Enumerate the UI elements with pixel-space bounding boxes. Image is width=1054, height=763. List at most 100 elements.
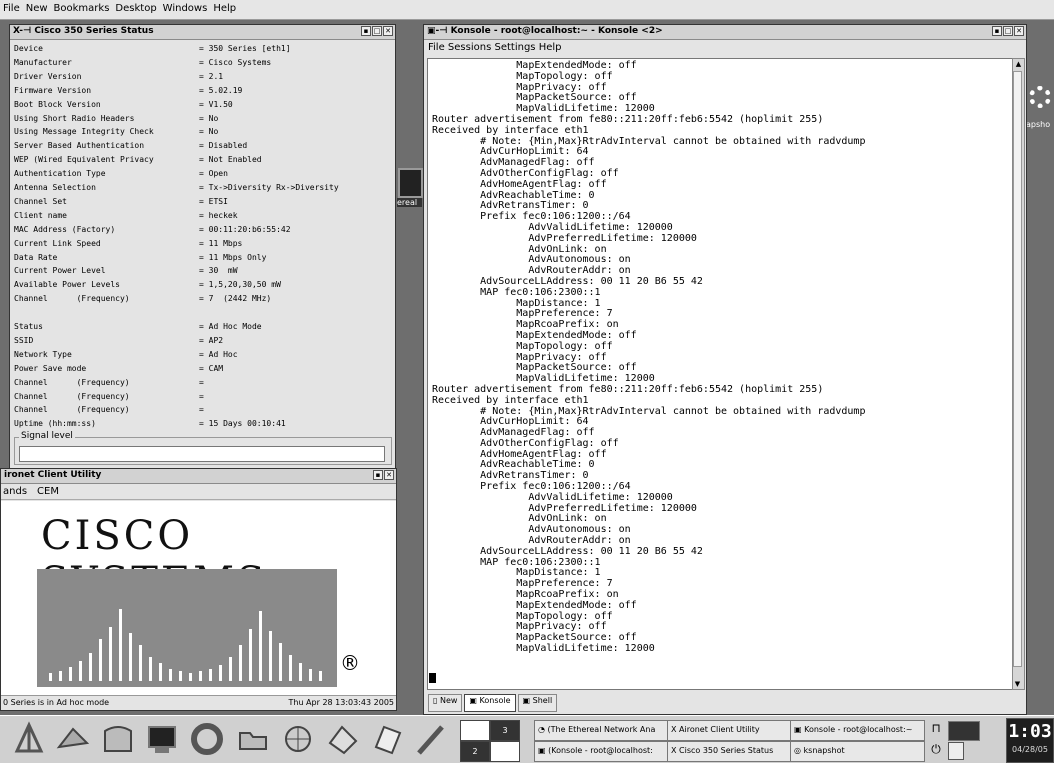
office-icon[interactable] bbox=[326, 721, 360, 757]
status-label: Antenna Selection bbox=[14, 183, 96, 192]
ksnapshot-desktop-icon[interactable]: apsho bbox=[1026, 86, 1054, 136]
close-button[interactable]: ✕ bbox=[1014, 26, 1024, 36]
status-label: Available Power Levels bbox=[14, 280, 120, 290]
desktop-menubar: File New Bookmarks Desktop Windows Help bbox=[0, 0, 1054, 20]
terminal-icon[interactable] bbox=[145, 721, 179, 757]
status-value: = AP2 bbox=[199, 335, 224, 345]
new-session-button[interactable]: ▯ New bbox=[428, 694, 463, 712]
status-value: = Tx->Diversity Rx->Diversity bbox=[199, 183, 339, 192]
logout-icon[interactable]: ⏻ bbox=[929, 742, 943, 758]
status-value: = Ad Hoc bbox=[199, 349, 238, 359]
task-konsole[interactable]: ▣ Konsole - root@localhost:~ bbox=[790, 720, 925, 741]
tab-konsole[interactable]: ▣ Konsole bbox=[464, 694, 516, 712]
clock-time: 1:03 bbox=[1008, 721, 1052, 742]
task-cisco-status[interactable]: X Cisco 350 Series Status bbox=[667, 741, 792, 762]
status-label: Channel (Frequency) bbox=[14, 405, 130, 415]
task-aironet[interactable]: X Aironet Client Utility bbox=[667, 720, 792, 741]
cisco-logo-bar bbox=[269, 631, 272, 681]
konsole-window: ▣-⊣ Konsole - root@localhost:~ - Konsole… bbox=[423, 24, 1027, 715]
cisco-logo-bar bbox=[99, 639, 102, 681]
cisco-logo-bar bbox=[189, 673, 192, 681]
shell-icon[interactable] bbox=[101, 721, 135, 757]
minimize-button[interactable]: ▪ bbox=[361, 26, 371, 36]
konsole-menu-sessions[interactable]: Sessions bbox=[448, 42, 491, 53]
aironet-title: ironet Client Utility bbox=[4, 470, 102, 480]
clock-date: 04/28/05 bbox=[1012, 745, 1048, 754]
konsole-menu-settings[interactable]: Settings bbox=[494, 42, 535, 53]
konsole-titlebar[interactable]: ▣-⊣ Konsole - root@localhost:~ - Konsole… bbox=[424, 25, 1026, 40]
maximize-button[interactable]: □ bbox=[1003, 26, 1013, 36]
konsole-title: Konsole - root@localhost:~ - Konsole <2> bbox=[450, 26, 663, 36]
status-window-titlebar[interactable]: X-⊣ Cisco 350 Series Status ▪ □ ✕ bbox=[10, 25, 395, 40]
notes-icon[interactable] bbox=[370, 721, 404, 757]
aironet-menu-cem[interactable]: CEM bbox=[33, 486, 63, 497]
konsole-menu-help[interactable]: Help bbox=[539, 42, 562, 53]
ethereal-desktop-icon[interactable]: ereal bbox=[397, 168, 423, 214]
desktop-icon[interactable] bbox=[56, 721, 90, 757]
cisco-logo-bar bbox=[299, 663, 302, 681]
maximize-button[interactable]: □ bbox=[372, 26, 382, 36]
help-lifebuoy-icon[interactable] bbox=[190, 721, 224, 757]
task-ksnapshot[interactable]: ◎ ksnapshot bbox=[790, 741, 925, 762]
task-cisco-label: Cisco 350 Series Status bbox=[679, 746, 774, 755]
konsole-tabbar: ▯ New ▣ Konsole ▣ Shell bbox=[428, 694, 558, 712]
status-value: = ETSI bbox=[199, 196, 228, 206]
status-label: Channel (Frequency) bbox=[14, 391, 130, 401]
clipboard-tray-icon[interactable] bbox=[948, 742, 964, 760]
close-button[interactable]: ✕ bbox=[384, 470, 394, 480]
cisco-logo-bar bbox=[59, 671, 62, 681]
menu-file[interactable]: File bbox=[0, 0, 23, 14]
terminal-area[interactable]: MapExtendedMode: off MapTopology: off Ma… bbox=[427, 58, 1013, 690]
close-button[interactable]: ✕ bbox=[383, 26, 393, 36]
menu-windows[interactable]: Windows bbox=[160, 0, 211, 14]
home-folder-icon[interactable] bbox=[236, 721, 270, 757]
task-aironet-icon: X bbox=[671, 725, 680, 734]
aironet-status-time: Thu Apr 28 13:03:43 2005 bbox=[288, 698, 394, 707]
clock[interactable]: 1:03 04/28/05 bbox=[1006, 718, 1054, 763]
kde-menu-icon[interactable] bbox=[12, 721, 46, 757]
minimize-button[interactable]: ▪ bbox=[992, 26, 1002, 36]
status-label: Network Type bbox=[14, 349, 72, 359]
status-value: = heckek bbox=[199, 210, 238, 220]
cisco-logo-bar bbox=[259, 611, 262, 681]
menu-help[interactable]: Help bbox=[210, 0, 239, 14]
scroll-down-arrow[interactable]: ▼ bbox=[1013, 679, 1022, 689]
task-ethereal-icon: ◔ bbox=[538, 725, 548, 734]
kde-taskbar: 1 3 2 4 ◔ (The Ethereal Network Ana X Ai… bbox=[0, 715, 1054, 763]
tab-shell[interactable]: ▣ Shell bbox=[517, 694, 558, 712]
status-label: Using Short Radio Headers bbox=[14, 113, 135, 123]
konsole-menu-file[interactable]: File bbox=[428, 42, 445, 53]
konsole-tab-icon: ▣ bbox=[469, 696, 477, 705]
pager-desktop-1[interactable]: 1 bbox=[460, 720, 490, 741]
status-label: Channel (Frequency) bbox=[14, 377, 130, 387]
minimize-button[interactable]: ▪ bbox=[373, 470, 383, 480]
pen-tool-icon[interactable] bbox=[414, 721, 448, 757]
pager-desktop-4[interactable]: 4 bbox=[490, 741, 520, 762]
browser-globe-icon[interactable] bbox=[281, 721, 315, 757]
cisco-logo-bar bbox=[249, 629, 252, 681]
konsole-menubar: File Sessions Settings Help bbox=[424, 40, 1026, 56]
aironet-menu-commands[interactable]: ands bbox=[1, 486, 33, 497]
task-ethereal[interactable]: ◔ (The Ethereal Network Ana bbox=[534, 720, 669, 741]
pager-desktop-3[interactable]: 3 bbox=[490, 720, 520, 741]
menu-bookmarks[interactable]: Bookmarks bbox=[51, 0, 113, 14]
status-label: Device bbox=[14, 44, 43, 53]
menu-desktop[interactable]: Desktop bbox=[112, 0, 159, 14]
scroll-thumb[interactable] bbox=[1013, 71, 1022, 667]
x-app-icon: X-⊣ bbox=[13, 26, 35, 36]
status-label: WEP (Wired Equivalent Privacy bbox=[14, 155, 154, 165]
cisco-logo-bar bbox=[129, 633, 132, 681]
network-tray-icon[interactable] bbox=[948, 721, 980, 741]
aironet-titlebar[interactable]: ironet Client Utility ▪ ✕ bbox=[1, 469, 396, 484]
aironet-window: ironet Client Utility ▪✕ andsCEM CISCO S… bbox=[0, 468, 397, 711]
menu-new[interactable]: New bbox=[23, 0, 51, 14]
task-konsole-2[interactable]: ▣ (Konsole - root@localhost: bbox=[534, 741, 669, 762]
status-value: = 7 (2442 MHz) bbox=[199, 294, 272, 304]
ksnapshot-icon-label: apsho bbox=[1026, 120, 1051, 129]
scroll-up-arrow[interactable]: ▲ bbox=[1013, 59, 1024, 69]
status-value: = CAM bbox=[199, 363, 224, 373]
lock-screen-icon[interactable]: ⊓ bbox=[929, 721, 943, 737]
status-label: Using Message Integrity Check bbox=[14, 127, 154, 137]
terminal-scrollbar[interactable]: ▲ ▼ bbox=[1012, 58, 1025, 690]
pager-desktop-2[interactable]: 2 bbox=[460, 741, 490, 762]
